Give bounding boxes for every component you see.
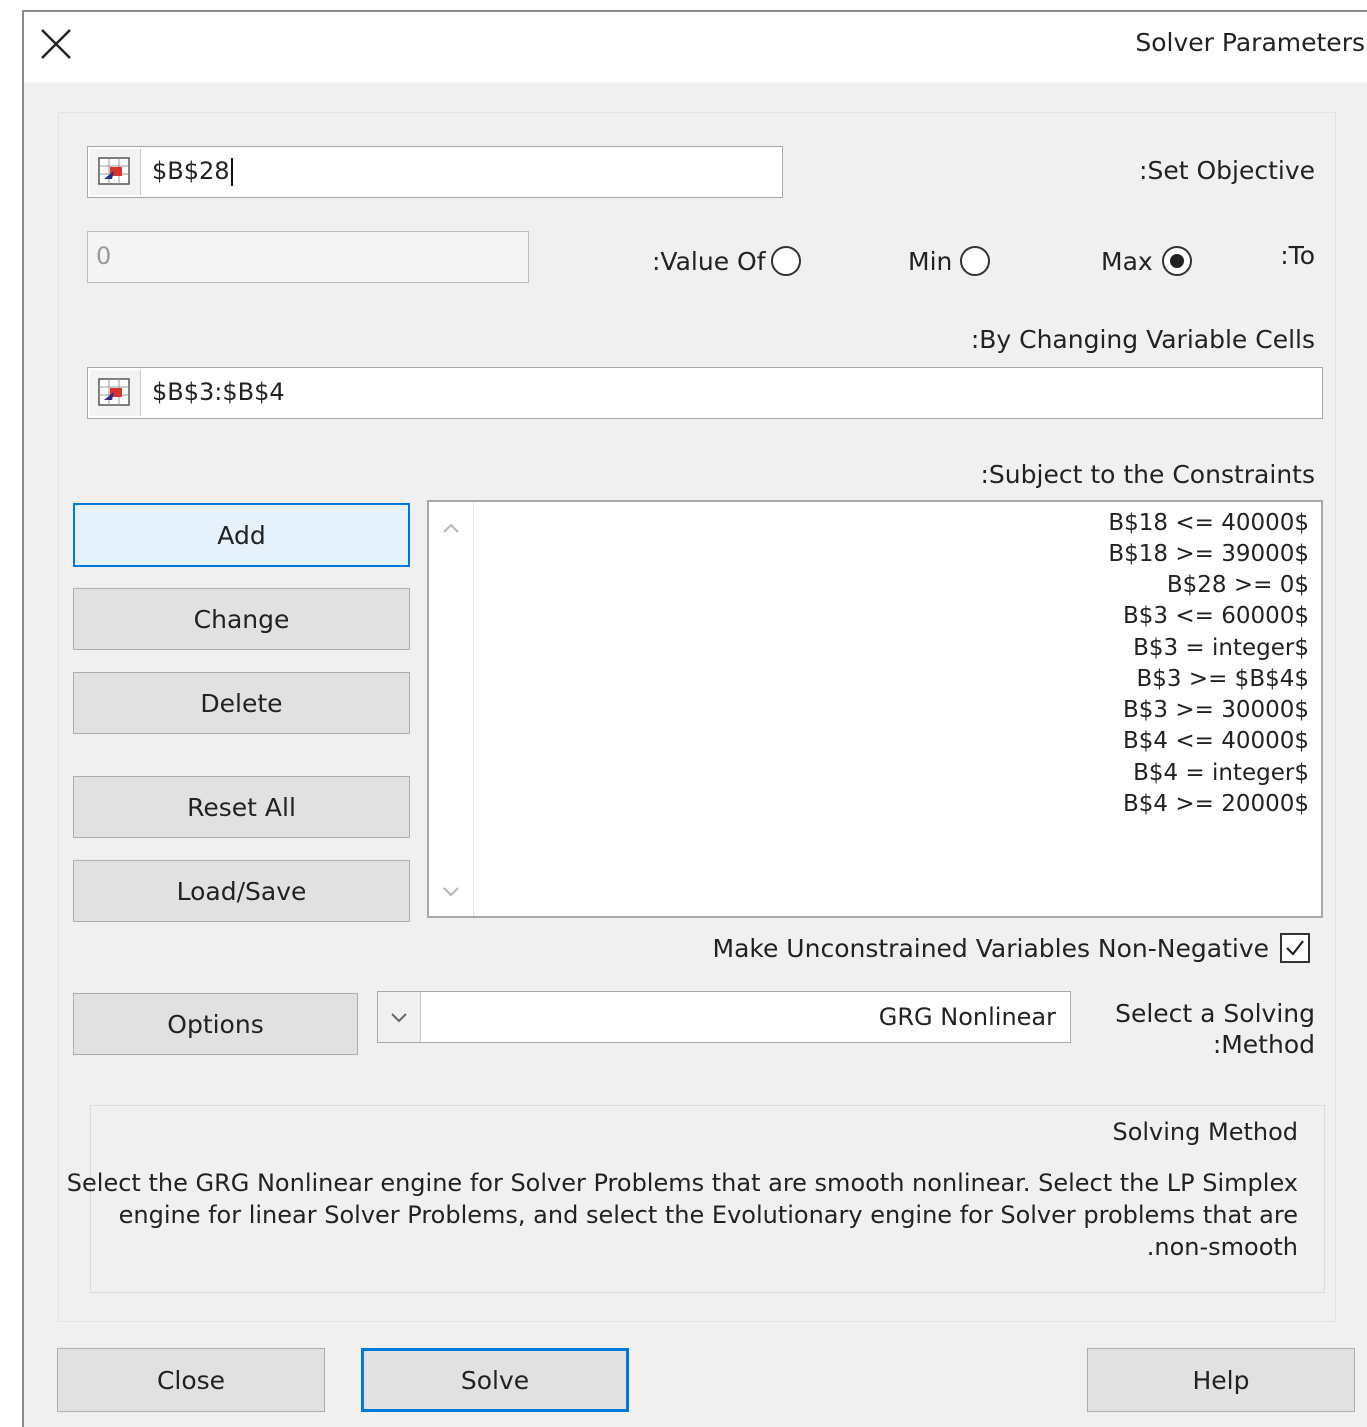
max-radio[interactable]	[1162, 246, 1192, 276]
load-save-button[interactable]: Load/Save	[73, 860, 410, 922]
solving-method-label-2: :Method	[1212, 1030, 1315, 1059]
range-selector-icon[interactable]	[90, 149, 141, 195]
checkmark-icon	[1286, 940, 1304, 956]
options-button[interactable]: Options	[73, 993, 358, 1055]
constraint-item[interactable]: B$3 = integer$	[1133, 635, 1309, 661]
range-selector-icon[interactable]	[90, 370, 141, 416]
constraint-item[interactable]: B$4 = integer$	[1133, 760, 1309, 786]
constraints-scrollbar[interactable]	[429, 502, 474, 916]
chevron-up-icon[interactable]	[442, 522, 460, 534]
description-line-1: Select the GRG Nonlinear engine for Solv…	[66, 1169, 1298, 1197]
constraint-item[interactable]: B$4 >= 20000$	[1123, 791, 1309, 817]
solving-method-select[interactable]: GRG Nonlinear	[377, 991, 1071, 1043]
variable-cells-input[interactable]: $B$3:$B$4	[87, 367, 1323, 419]
set-objective-label: :Set Objective	[1139, 156, 1315, 185]
dialog-title: Solver Parameters	[1135, 28, 1365, 57]
max-label: Max	[1101, 247, 1153, 276]
value-of-value: 0	[96, 242, 112, 270]
reset-all-button[interactable]: Reset All	[73, 776, 410, 838]
solve-button[interactable]: Solve	[361, 1348, 629, 1412]
change-button[interactable]: Change	[73, 588, 410, 650]
variable-cells-label: :By Changing Variable Cells	[970, 325, 1315, 354]
solving-method-value: GRG Nonlinear	[878, 1003, 1056, 1031]
constraints-list[interactable]: B$18 <= 40000$ B$18 >= 39000$ B$28 >= 0$…	[427, 500, 1323, 918]
constraint-item[interactable]: B$3 <= 60000$	[1123, 603, 1309, 629]
description-heading: Solving Method	[1112, 1118, 1298, 1146]
value-of-label: :Value Of	[652, 247, 766, 276]
variable-cells-value: $B$3:$B$4	[152, 378, 285, 406]
chevron-down-icon[interactable]	[442, 886, 460, 898]
constraints-label: :Subject to the Constraints	[980, 460, 1316, 489]
nonnegative-checkbox[interactable]	[1280, 933, 1310, 963]
value-of-input[interactable]: 0	[87, 231, 529, 283]
to-label: :To	[1280, 241, 1315, 270]
close-button[interactable]: Close	[57, 1348, 325, 1412]
solving-method-label: Select a Solving	[1115, 999, 1315, 1028]
constraint-item[interactable]: B$4 <= 40000$	[1123, 728, 1309, 754]
objective-input[interactable]: $B$28	[87, 146, 783, 198]
nonnegative-label: Make Unconstrained Variables Non-Negativ…	[712, 934, 1270, 963]
text-cursor	[230, 158, 233, 186]
constraint-item[interactable]: B$3 >= $B$4$	[1136, 666, 1309, 692]
objective-value: $B$28	[152, 157, 230, 185]
help-button[interactable]: Help	[1087, 1348, 1355, 1412]
constraint-item[interactable]: B$18 >= 39000$	[1108, 541, 1309, 567]
description-line-3: .non-smooth	[1146, 1233, 1298, 1261]
value-of-radio[interactable]	[771, 246, 801, 276]
description-line-2: engine for linear Solver Problems, and s…	[118, 1201, 1298, 1229]
min-radio[interactable]	[960, 246, 990, 276]
constraint-item[interactable]: B$28 >= 0$	[1167, 572, 1309, 598]
constraint-item[interactable]: B$18 <= 40000$	[1108, 510, 1309, 536]
chevron-down-icon	[391, 1013, 407, 1023]
add-button[interactable]: Add	[73, 503, 410, 567]
solving-method-description: Solving Method Select the GRG Nonlinear …	[67, 1105, 1325, 1293]
min-label: Min	[908, 247, 953, 276]
constraint-item[interactable]: B$3 >= 30000$	[1123, 697, 1309, 723]
close-icon[interactable]	[38, 26, 74, 62]
dropdown-arrow[interactable]	[378, 992, 421, 1042]
delete-button[interactable]: Delete	[73, 672, 410, 734]
